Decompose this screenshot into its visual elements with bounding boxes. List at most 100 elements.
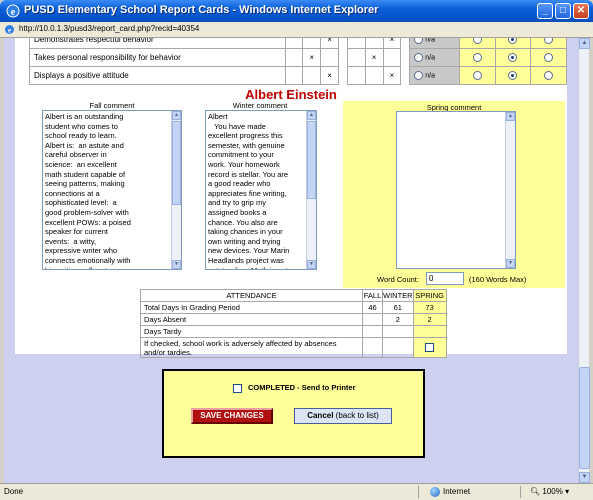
svg-text:e: e bbox=[8, 27, 11, 35]
spring-value[interactable]: 73 bbox=[412, 301, 447, 314]
svg-text:e: e bbox=[11, 7, 16, 18]
na-radio[interactable] bbox=[414, 71, 424, 81]
scroll-thumb[interactable] bbox=[172, 121, 181, 205]
grade-radio[interactable] bbox=[472, 53, 482, 63]
completed-option[interactable]: COMPLETED - Send to Printer bbox=[233, 383, 356, 393]
behavior-grid: Demonstrates respectful behavior × × n/a Tak… bbox=[29, 38, 567, 85]
winter-comment-scrollbar[interactable]: ▲ ▼ bbox=[306, 111, 316, 269]
status-divider bbox=[418, 486, 419, 498]
word-count-label: Word Count: bbox=[377, 275, 419, 284]
fall-comment-scrollbar[interactable]: ▲ ▼ bbox=[171, 111, 181, 269]
scroll-down-icon[interactable]: ▼ bbox=[579, 472, 590, 483]
absence-note: If checked, school work is adversely aff… bbox=[140, 337, 363, 358]
grade-radio[interactable] bbox=[544, 53, 554, 63]
grade-radio[interactable] bbox=[544, 38, 554, 45]
globe-icon bbox=[430, 487, 440, 497]
grade-mark bbox=[346, 48, 366, 67]
behavior-label: Demonstrates respectful behavior bbox=[29, 38, 286, 49]
address-bar[interactable]: e http://10.0.1.3/pusd3/report_card.php?… bbox=[0, 22, 593, 38]
table-row: Days Absent 2 2 bbox=[140, 313, 447, 326]
grade-radio[interactable] bbox=[544, 71, 554, 81]
grade-option[interactable] bbox=[458, 48, 496, 67]
grade-radio[interactable] bbox=[472, 71, 482, 81]
grade-option[interactable] bbox=[530, 66, 567, 85]
behavior-label: Displays a positive attitude bbox=[29, 66, 286, 85]
absence-checkbox-cell[interactable] bbox=[412, 337, 447, 358]
spring-value[interactable] bbox=[412, 325, 447, 338]
na-option[interactable]: n/a bbox=[409, 38, 460, 49]
grade-mark bbox=[320, 48, 340, 67]
minimize-button[interactable]: _ bbox=[537, 3, 553, 19]
zoom-level[interactable]: 🔍︎ 100% ▾ bbox=[530, 487, 569, 496]
grade-option[interactable] bbox=[458, 38, 496, 49]
completed-label: COMPLETED - Send to Printer bbox=[248, 383, 356, 392]
behavior-label: Takes personal responsibility for behavi… bbox=[29, 48, 286, 67]
fall-value bbox=[362, 313, 383, 326]
behavior-row: Demonstrates respectful behavior × × n/a bbox=[29, 38, 567, 49]
grade-radio[interactable] bbox=[508, 53, 518, 63]
ie-app-icon: e bbox=[6, 4, 20, 18]
grade-radio[interactable] bbox=[508, 71, 518, 81]
zone-label: Internet bbox=[443, 487, 471, 497]
fall-comment-textarea[interactable]: Albert is an outstanding student who com… bbox=[42, 110, 182, 270]
scroll-down-icon[interactable]: ▼ bbox=[506, 259, 515, 268]
grid-gap bbox=[400, 48, 411, 67]
scroll-down-icon[interactable]: ▼ bbox=[307, 260, 316, 269]
winter-value bbox=[382, 325, 414, 338]
window-titlebar: e PUSD Elementary School Report Cards - … bbox=[0, 0, 593, 22]
behavior-row: Takes personal responsibility for behavi… bbox=[29, 48, 567, 67]
grade-option[interactable] bbox=[494, 48, 532, 67]
scroll-up-icon[interactable]: ▲ bbox=[506, 112, 515, 121]
scroll-up-icon[interactable]: ▲ bbox=[579, 38, 590, 49]
close-button[interactable]: ✕ bbox=[573, 3, 589, 19]
na-label: n/a bbox=[425, 72, 435, 80]
grade-mark bbox=[284, 38, 304, 49]
winter-value: 2 bbox=[382, 313, 414, 326]
scroll-down-icon[interactable]: ▼ bbox=[172, 260, 181, 269]
spring-comment-scrollbar[interactable]: ▲ ▼ bbox=[505, 112, 515, 268]
col-winter: WINTER bbox=[382, 289, 414, 302]
na-label: n/a bbox=[425, 38, 435, 44]
grade-mark bbox=[382, 48, 402, 67]
word-count-max: (160 Words Max) bbox=[469, 275, 527, 284]
table-row: If checked, school work is adversely aff… bbox=[140, 337, 447, 358]
fall-value: 46 bbox=[362, 301, 383, 314]
cancel-label: Cancel bbox=[307, 411, 334, 420]
security-zone[interactable]: Internet bbox=[430, 487, 470, 497]
maximize-button[interactable]: □ bbox=[555, 3, 571, 19]
na-option[interactable]: n/a bbox=[409, 66, 460, 85]
grade-mark bbox=[284, 66, 304, 85]
na-option[interactable]: n/a bbox=[409, 48, 460, 67]
word-count-input[interactable]: 0 bbox=[426, 272, 464, 285]
completed-checkbox[interactable] bbox=[233, 383, 242, 393]
scroll-up-icon[interactable]: ▲ bbox=[307, 111, 316, 120]
grid-gap bbox=[338, 48, 348, 67]
attendance-header: ATTENDANCE bbox=[140, 289, 363, 302]
page-scrollbar[interactable]: ▲ ▼ bbox=[578, 38, 590, 483]
table-row: Total Days In Grading Period 46 61 73 bbox=[140, 301, 447, 314]
na-radio[interactable] bbox=[414, 53, 424, 63]
cancel-button[interactable]: Cancel (back to list) bbox=[294, 408, 392, 424]
col-spring: SPRING bbox=[412, 289, 447, 302]
absence-checkbox[interactable] bbox=[425, 343, 435, 353]
winter-comment-textarea[interactable]: Albert You have made excellent progress … bbox=[205, 110, 317, 270]
grade-option[interactable] bbox=[494, 66, 532, 85]
zoom-value: 100% bbox=[542, 487, 563, 496]
behavior-row: Displays a positive attitude × × n/a bbox=[29, 66, 567, 85]
grade-mark: × bbox=[302, 48, 322, 67]
spring-value[interactable]: 2 bbox=[412, 313, 447, 326]
address-url[interactable]: http://10.0.1.3/pusd3/report_card.php?re… bbox=[19, 24, 199, 33]
scroll-up-icon[interactable]: ▲ bbox=[172, 111, 181, 120]
grade-option[interactable] bbox=[530, 48, 567, 67]
grade-option[interactable] bbox=[458, 66, 496, 85]
page-scroll-thumb[interactable] bbox=[579, 367, 590, 469]
grade-radio[interactable] bbox=[472, 38, 482, 45]
grade-radio[interactable] bbox=[508, 38, 518, 45]
scroll-thumb[interactable] bbox=[307, 121, 316, 199]
na-radio[interactable] bbox=[414, 38, 424, 45]
save-changes-button[interactable]: SAVE CHANGES bbox=[191, 408, 273, 424]
spring-comment-textarea[interactable]: ▲ ▼ bbox=[396, 111, 516, 269]
grade-option[interactable] bbox=[494, 38, 532, 49]
grade-option[interactable] bbox=[530, 38, 567, 49]
report-card-content: Demonstrates respectful behavior × × n/a Tak… bbox=[15, 38, 567, 358]
